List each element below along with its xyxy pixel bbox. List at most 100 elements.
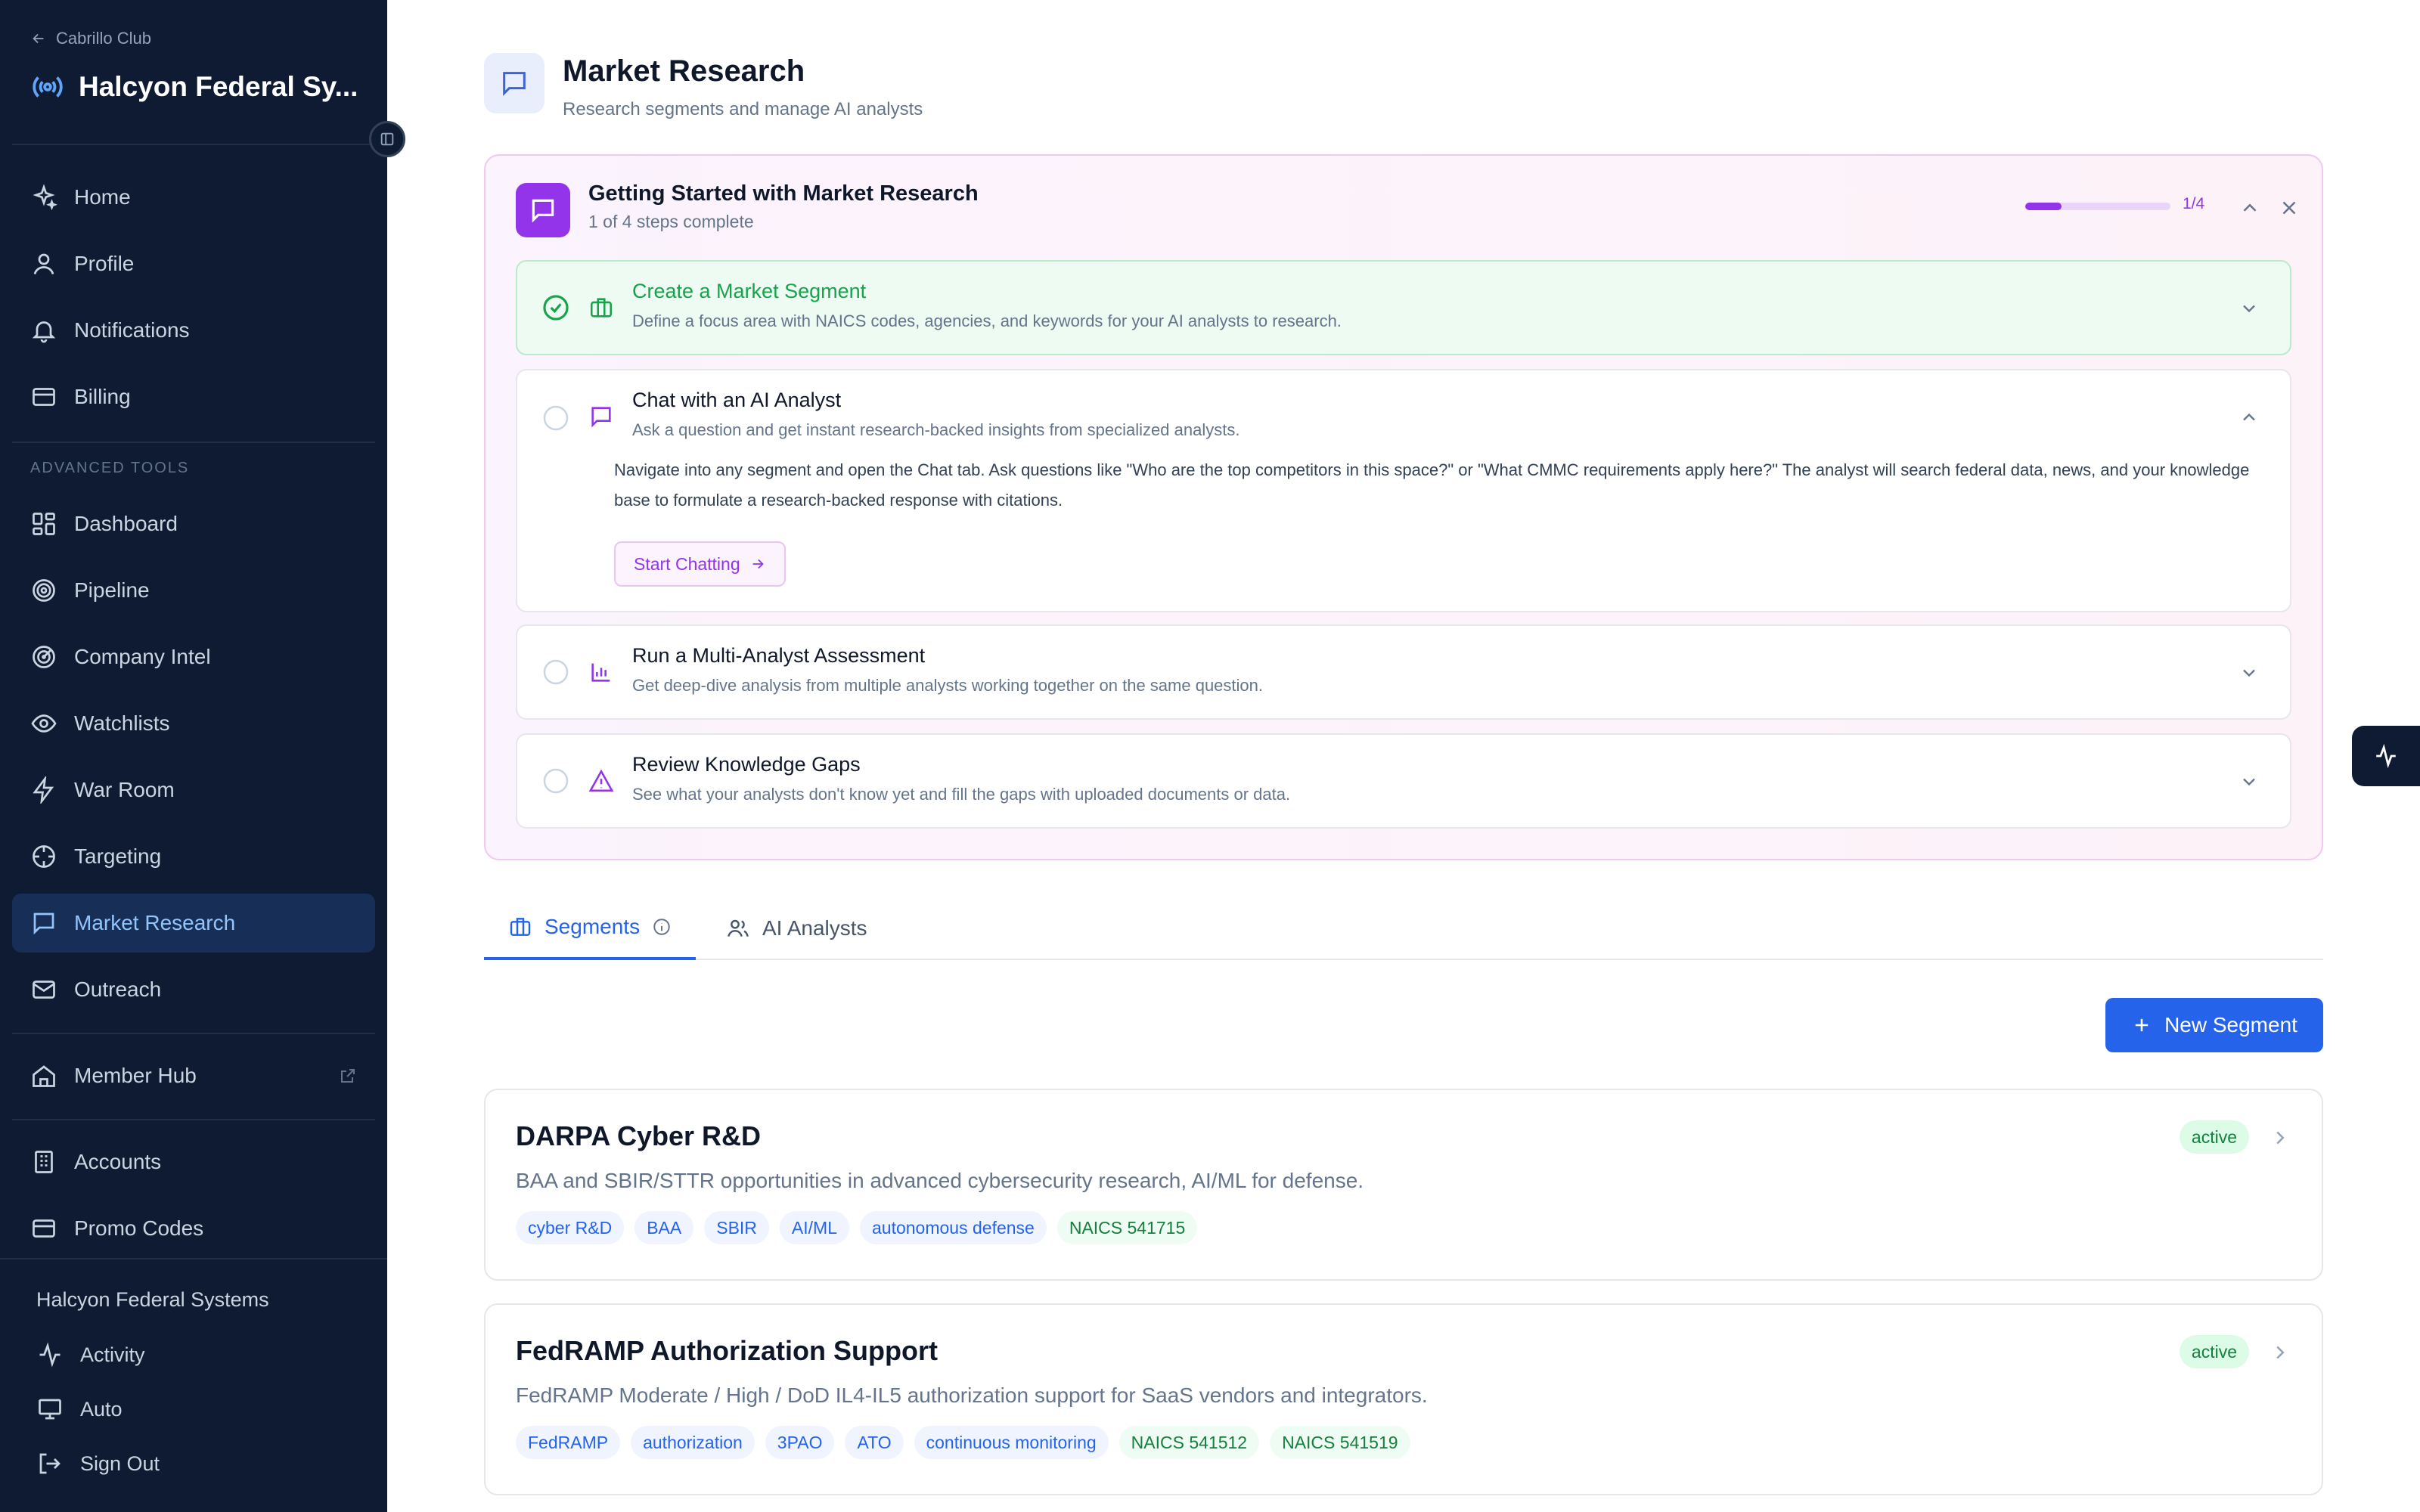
segment-tags: FedRAMP authorization 3PAO ATO continuou… — [516, 1426, 1410, 1459]
step-desc: Define a focus area with NAICS codes, ag… — [632, 311, 1342, 330]
chevron-down-icon — [2238, 298, 2260, 319]
sign-out-label: Sign Out — [80, 1452, 160, 1475]
nav-item-billing[interactable]: Billing — [12, 367, 375, 426]
chevron-up-icon — [2243, 203, 2257, 212]
activity-button[interactable]: Activity — [36, 1341, 145, 1368]
nav-item-outreach[interactable]: Outreach — [12, 960, 375, 1019]
new-segment-button[interactable]: New Segment — [2105, 998, 2323, 1052]
chat-icon — [33, 912, 54, 935]
users-icon — [728, 919, 749, 937]
sparkle-icon — [33, 184, 57, 211]
credit-card-icon — [33, 388, 55, 406]
nav-item-war-room[interactable]: War Room — [12, 761, 375, 820]
user-icon — [33, 253, 54, 274]
keyword-tag: SBIR — [704, 1211, 769, 1244]
step-chat-analyst[interactable]: Chat with an AI Analyst Ask a question a… — [516, 369, 2291, 612]
divider — [12, 1033, 375, 1034]
panel-left-icon — [380, 132, 394, 146]
getting-started-card: Getting Started with Market Research 1 o… — [484, 154, 2323, 860]
tab-label: AI Analysts — [762, 916, 867, 940]
nav-item-market-research[interactable]: Market Research — [12, 894, 375, 953]
start-chatting-button[interactable]: Start Chatting — [614, 541, 786, 587]
chat-icon — [588, 404, 614, 429]
nav-item-company-intel[interactable]: Company Intel — [12, 627, 375, 686]
step-create-segment[interactable]: Create a Market Segment Define a focus a… — [516, 260, 2291, 355]
bell-icon — [32, 321, 56, 343]
segment-card-darpa[interactable]: DARPA Cyber R&D BAA and SBIR/STTR opport… — [484, 1089, 2323, 1281]
tab-ai-analysts[interactable]: AI Analysts — [726, 897, 867, 960]
step-body: Navigate into any segment and open the C… — [614, 460, 2250, 510]
home-icon — [33, 1065, 55, 1087]
status-badge: active — [2179, 1335, 2249, 1368]
nav-item-targeting[interactable]: Targeting — [12, 827, 375, 886]
nav-item-home[interactable]: Home — [12, 168, 375, 227]
getting-started-icon — [516, 183, 570, 237]
keyword-tag: ATO — [845, 1426, 904, 1459]
tab-segments[interactable]: Segments — [484, 897, 697, 960]
sidebar: Cabrillo Club Halcyon Federal Sy... Home… — [0, 0, 387, 1512]
activity-panel-button[interactable] — [2352, 726, 2420, 786]
step-title: Review Knowledge Gaps — [632, 753, 861, 776]
nav-item-dashboard[interactable]: Dashboard — [12, 494, 375, 553]
circle-icon — [541, 767, 570, 795]
footer-org-name: Halcyon Federal Systems — [36, 1288, 269, 1311]
collapse-getting-started-button[interactable] — [2238, 197, 2261, 219]
close-icon — [2282, 201, 2296, 215]
page-subtitle: Research segments and manage AI analysts — [563, 99, 923, 119]
nav-item-notifications[interactable]: Notifications — [12, 301, 375, 360]
segment-card-fedramp[interactable]: FedRAMP Authorization Support FedRAMP Mo… — [484, 1303, 2323, 1495]
keyword-tag: continuous monitoring — [914, 1426, 1109, 1459]
back-link[interactable]: Cabrillo Club — [30, 29, 151, 48]
page-header: Market Research Research segments and ma… — [484, 53, 923, 120]
info-icon[interactable] — [652, 917, 672, 937]
nav-label: Company Intel — [74, 645, 211, 668]
nav-label: War Room — [74, 778, 175, 801]
activity-icon — [39, 1342, 60, 1368]
keyword-tag: authorization — [631, 1426, 755, 1459]
step-knowledge-gaps[interactable]: Review Knowledge Gaps See what your anal… — [516, 733, 2291, 829]
warning-icon — [588, 768, 614, 794]
chevron-down-icon — [2238, 771, 2260, 792]
theme-toggle[interactable]: Auto — [36, 1396, 123, 1423]
crosshair-icon — [33, 845, 55, 868]
org-switcher[interactable]: Halcyon Federal Sy... — [30, 70, 358, 104]
target-icon — [33, 579, 55, 602]
keyword-tag: autonomous defense — [860, 1211, 1047, 1244]
chevron-up-icon — [2238, 407, 2260, 428]
page-icon — [484, 53, 544, 113]
building-icon — [35, 1151, 53, 1173]
nav-item-member-hub[interactable]: Member Hub — [12, 1046, 375, 1105]
segment-title: FedRAMP Authorization Support — [516, 1335, 938, 1366]
broadcast-icon — [33, 76, 63, 98]
bar-chart-icon — [588, 659, 614, 685]
nav-item-watchlists[interactable]: Watchlists — [12, 694, 375, 753]
nav-item-promo-codes[interactable]: Promo Codes — [12, 1199, 375, 1258]
divider — [12, 144, 375, 145]
chat-icon — [532, 199, 554, 223]
org-name: Halcyon Federal Sy... — [79, 71, 358, 102]
section-label: ADVANCED TOOLS — [30, 460, 190, 476]
step-desc: See what your analysts don't know yet an… — [632, 785, 1291, 804]
bolt-icon — [33, 776, 54, 804]
nav-item-profile[interactable]: Profile — [12, 234, 375, 293]
chevron-down-icon — [2238, 662, 2260, 683]
nav-item-accounts[interactable]: Accounts — [12, 1132, 375, 1191]
dismiss-getting-started-button[interactable] — [2278, 197, 2301, 219]
nav-label: Outreach — [74, 978, 162, 1001]
briefcase-icon — [588, 295, 614, 321]
step-title: Chat with an AI Analyst — [632, 389, 842, 411]
divider — [12, 442, 375, 443]
tabs: Segments AI Analysts — [484, 897, 2323, 960]
tab-label: Segments — [544, 915, 641, 938]
nav-label: Billing — [74, 385, 131, 408]
nav-label: Home — [74, 185, 131, 209]
step-title: Create a Market Segment — [632, 280, 867, 302]
progress-bar — [2025, 203, 2170, 210]
naics-tag: NAICS 541519 — [1270, 1426, 1410, 1459]
nav-item-pipeline[interactable]: Pipeline — [12, 561, 375, 620]
segment-desc: FedRAMP Moderate / High / DoD IL4-IL5 au… — [516, 1383, 1428, 1407]
sidebar-collapse-button[interactable] — [369, 121, 405, 157]
sign-out-button[interactable]: Sign Out — [36, 1450, 160, 1477]
step-multi-analyst[interactable]: Run a Multi-Analyst Assessment Get deep-… — [516, 624, 2291, 720]
main-content: Market Research Research segments and ma… — [387, 0, 2420, 1512]
